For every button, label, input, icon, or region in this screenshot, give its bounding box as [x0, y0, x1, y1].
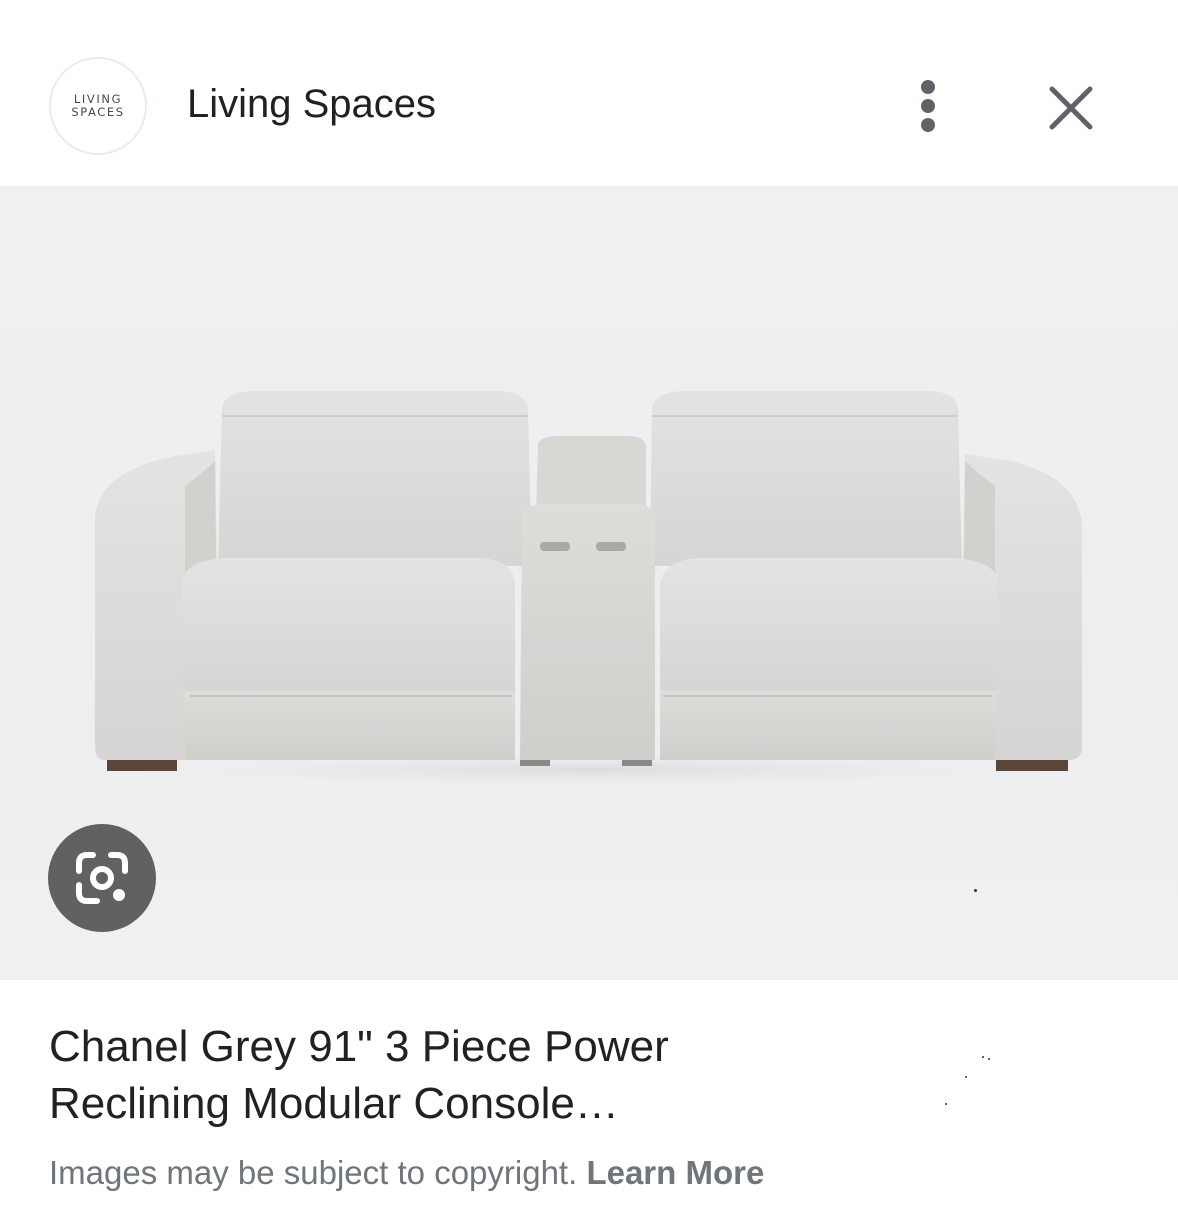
result-title[interactable]: Chanel Grey 91" 3 Piece Power Reclining … [49, 1018, 849, 1132]
copyright-notice: Images may be subject to copyright. Lear… [49, 1152, 764, 1194]
image-speck [988, 1058, 990, 1060]
more-vert-icon [921, 80, 935, 132]
image-speck [982, 1056, 984, 1058]
header-bar: LIVING SPACES Living Spaces [0, 0, 1178, 186]
site-name[interactable]: Living Spaces [187, 80, 436, 128]
result-title-line2: Reclining Modular Console… [49, 1079, 619, 1128]
more-options-button[interactable] [902, 78, 954, 134]
logo-text-line2: SPACES [71, 105, 125, 119]
close-icon [1049, 86, 1093, 130]
learn-more-link[interactable]: Learn More [586, 1154, 764, 1191]
image-speck [965, 1076, 967, 1078]
copyright-text: Images may be subject to copyright. [49, 1154, 578, 1191]
result-title-line1: Chanel Grey 91" 3 Piece Power [49, 1022, 669, 1071]
site-logo[interactable]: LIVING SPACES [49, 57, 147, 155]
google-lens-button[interactable] [48, 824, 156, 932]
close-button[interactable] [1040, 78, 1102, 138]
image-speck [945, 1103, 947, 1105]
sofa-photo [70, 391, 1110, 790]
image-speck [974, 889, 977, 892]
google-lens-icon [76, 852, 128, 904]
product-image[interactable] [0, 186, 1178, 980]
